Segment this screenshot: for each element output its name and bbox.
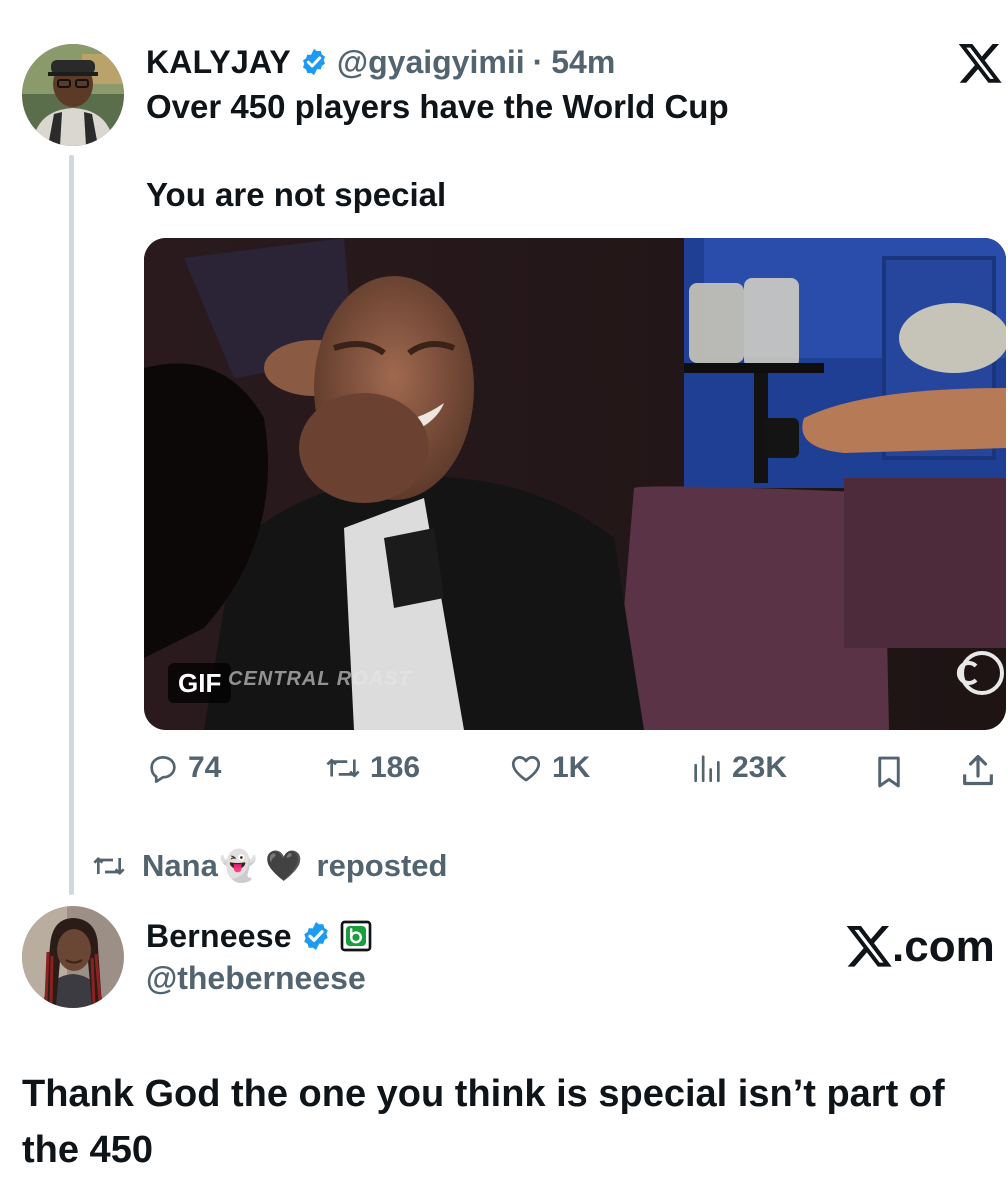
like-count: 1K [552,751,591,784]
ghost-emoji: 👻 [219,848,258,884]
separator-dot: · [532,43,544,80]
repost-icon [326,758,360,778]
avatar[interactable] [22,44,124,146]
repost-button[interactable]: 186 [324,751,420,785]
quote-header: Berneese [146,914,372,958]
tweet-header: KALYJAY @gyaigyimii · 54m [146,40,615,84]
thread-line [69,155,74,895]
verified-badge-icon [303,922,328,950]
quote-text: Thank God the one you think is special i… [22,1073,945,1171]
quote-author-name[interactable]: Berneese [146,918,292,955]
repost-icon [93,857,125,875]
reposter-name[interactable]: Nana [142,848,218,884]
gif-badge: GIF [168,663,232,703]
bookmark-icon[interactable] [872,753,906,791]
views-button[interactable]: 23K [690,751,787,785]
tweet-text-line-1: Over 450 players have the World Cup [146,88,729,125]
x-logo-icon[interactable] [958,44,1002,84]
avatar[interactable] [22,906,124,1008]
author-name[interactable]: KALYJAY [146,44,291,81]
x-logo-icon [846,926,892,967]
repost-notice: Nana 👻 🖤 reposted [90,848,447,884]
heart-icon [511,756,541,782]
share-icon[interactable] [958,751,998,791]
reply-icon [150,756,176,783]
gif-media[interactable] [144,238,1006,730]
x-com-wordmark[interactable]: .com [846,922,995,972]
quote-author-handle[interactable]: @theberneese [146,960,366,997]
affiliate-badge-icon [340,920,372,952]
author-handle[interactable]: @gyaigyimii [337,44,525,81]
reply-button[interactable]: 74 [146,751,221,785]
x-com-domain: .com [892,922,995,971]
tweet-text-line-2: You are not special [146,176,447,213]
timestamp[interactable]: 54m [551,44,615,81]
verified-badge-icon [302,48,325,76]
media-watermark: CENTRAL ROAST [228,668,412,690]
views-icon [694,755,720,783]
like-button[interactable]: 1K [508,751,590,785]
view-count: 23K [732,751,788,784]
repost-count: 186 [370,751,421,784]
reply-count: 74 [188,751,222,784]
reposted-label: reposted [316,848,448,883]
black-heart-emoji: 🖤 [265,848,303,884]
